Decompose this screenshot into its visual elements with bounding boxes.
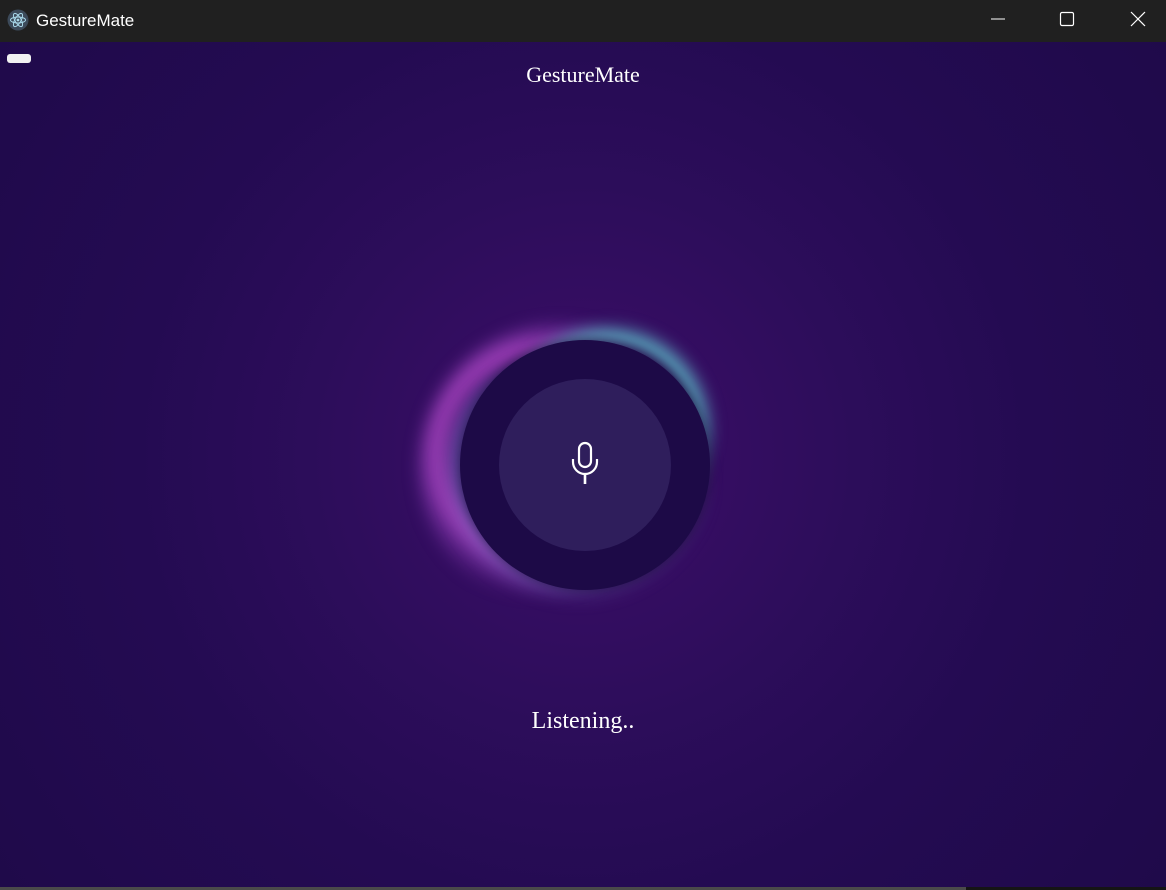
window-title: GestureMate — [36, 11, 135, 30]
close-button[interactable] — [1103, 0, 1166, 42]
microphone-button[interactable] — [499, 379, 671, 551]
maximize-icon — [1059, 11, 1075, 32]
close-icon — [1130, 11, 1146, 32]
status-text: Listening.. — [531, 708, 635, 734]
app-content: GestureMate Listening.. — [0, 42, 1166, 887]
microphone-icon — [570, 441, 600, 490]
minimize-icon — [990, 11, 1006, 32]
listening-orb — [405, 287, 745, 647]
maximize-button[interactable] — [1032, 0, 1102, 42]
window-titlebar[interactable]: GestureMate — [0, 0, 1166, 42]
minimize-button[interactable] — [963, 0, 1033, 42]
app-heading: GestureMate — [526, 62, 640, 87]
electron-atom-icon — [7, 9, 29, 31]
